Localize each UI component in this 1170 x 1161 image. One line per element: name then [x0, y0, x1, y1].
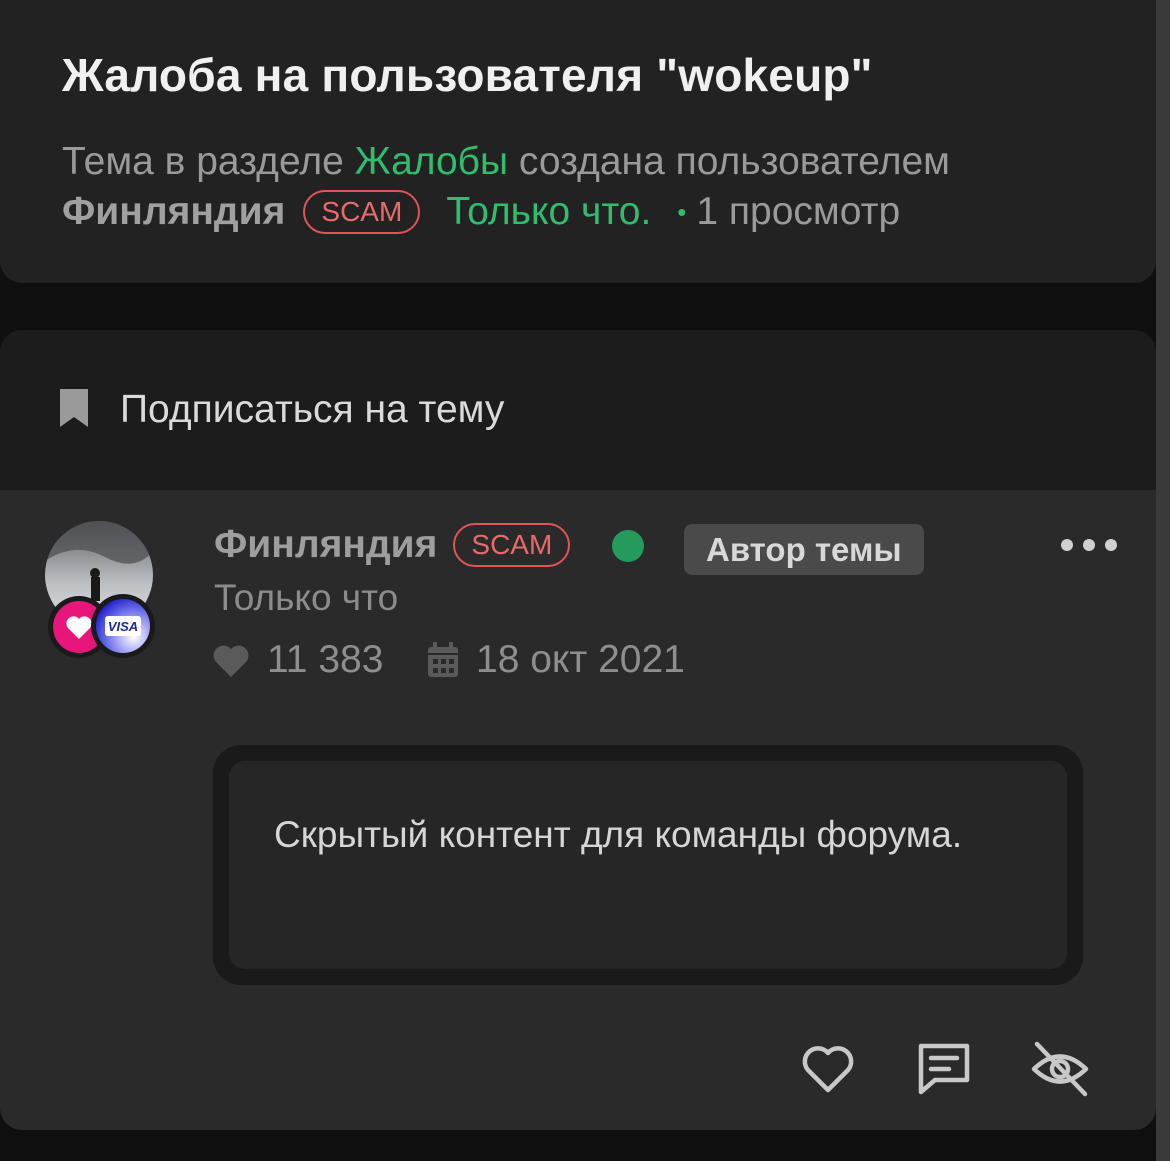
- reply-icon[interactable]: [913, 1038, 975, 1100]
- post-author: Финляндия SCAM: [214, 523, 571, 567]
- online-status-dot: [612, 530, 644, 562]
- like-icon[interactable]: [797, 1038, 859, 1100]
- thread-title: Жалоба на пользователя "wokeup": [62, 49, 873, 101]
- registration-date: 18 окт 2021: [476, 638, 685, 681]
- bookmark-icon[interactable]: [58, 387, 90, 429]
- post-author-name[interactable]: Финляндия: [214, 523, 437, 567]
- post-scam-badge: SCAM: [453, 523, 571, 567]
- thread-author-link[interactable]: Финляндия: [62, 190, 285, 234]
- subscribe-label[interactable]: Подписаться на тему: [120, 388, 504, 432]
- visa-badge-icon: VISA: [91, 594, 155, 658]
- more-options-icon[interactable]: [1058, 533, 1120, 557]
- likes-count: 11 383: [267, 638, 384, 681]
- separator-dot: •: [677, 196, 687, 227]
- scam-badge: SCAM: [303, 190, 421, 234]
- svg-text:VISA: VISA: [108, 619, 138, 634]
- hidden-content-box: [229, 761, 1067, 969]
- view-count: 1 просмотр: [696, 190, 901, 233]
- author-tag: Автор темы: [684, 524, 924, 575]
- right-scroll-edge: [1156, 0, 1170, 1161]
- thread-meta-line: Тема в разделе Жалобы создана пользовате…: [62, 140, 950, 184]
- meta-created: создана пользователем: [518, 140, 950, 183]
- calendar-icon: [428, 642, 458, 677]
- thread-time[interactable]: Только что.: [446, 190, 651, 234]
- thread-meta-line-2: Финляндия SCAM Только что. • 1 просмотр: [62, 190, 900, 234]
- post-time[interactable]: Только что: [214, 577, 398, 619]
- hide-icon[interactable]: [1029, 1038, 1091, 1100]
- heart-icon: [213, 645, 249, 677]
- hidden-content-text: Скрытый контент для команды форума.: [274, 814, 963, 855]
- meta-prefix: Тема в разделе: [62, 140, 344, 183]
- section-link[interactable]: Жалобы: [355, 140, 508, 183]
